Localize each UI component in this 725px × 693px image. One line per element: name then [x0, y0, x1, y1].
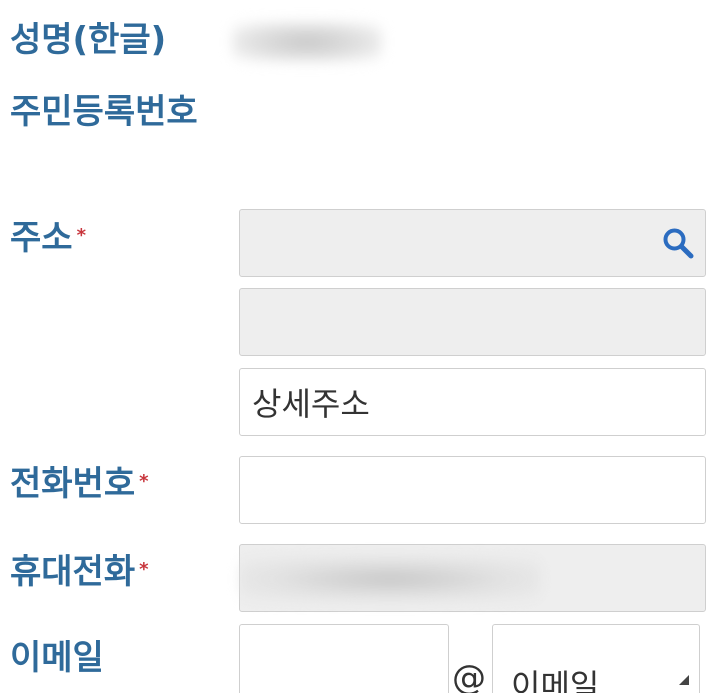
- resident-no-label-text: 주민등록번호: [10, 92, 198, 132]
- email-domain-select-value: 이메일: [511, 667, 600, 693]
- name-ko-value-redacted: [232, 22, 382, 62]
- address-label-text: 주소: [10, 218, 73, 258]
- phone-label: 전화번호 *: [10, 454, 149, 514]
- mobile-label-text: 휴대전화: [10, 552, 136, 592]
- phone-input[interactable]: [239, 456, 706, 524]
- address-detail-input[interactable]: 상세주소: [239, 368, 706, 436]
- dropdown-arrow-icon[interactable]: [679, 675, 689, 685]
- address-required-mark: *: [76, 225, 86, 246]
- mobile-field[interactable]: [239, 544, 706, 612]
- email-id-input[interactable]: [239, 624, 449, 693]
- form-page: 성명(한글) 주민등록번호 주소 * 상세주소 전화번호 * 휴대전화 * 이메일 @…: [0, 0, 725, 693]
- address-detail-placeholder: 상세주소: [252, 385, 370, 423]
- mobile-label: 휴대전화 *: [10, 542, 149, 602]
- email-domain-select[interactable]: 이메일: [492, 624, 700, 693]
- phone-label-text: 전화번호: [10, 464, 136, 504]
- mobile-value-redacted: [240, 557, 540, 601]
- address-label: 주소 *: [10, 208, 86, 268]
- phone-required-mark: *: [139, 471, 149, 492]
- address-base-field[interactable]: [239, 288, 706, 356]
- search-icon[interactable]: [661, 226, 695, 260]
- address-zipcode-field[interactable]: [239, 209, 706, 277]
- mobile-required-mark: *: [139, 559, 149, 580]
- email-label: 이메일: [10, 628, 104, 688]
- name-ko-label-text: 성명(한글): [10, 20, 167, 60]
- resident-no-label: 주민등록번호: [10, 82, 210, 142]
- name-ko-label: 성명(한글): [10, 10, 166, 70]
- email-at-symbol: @: [452, 658, 486, 693]
- email-label-text: 이메일: [10, 638, 104, 678]
